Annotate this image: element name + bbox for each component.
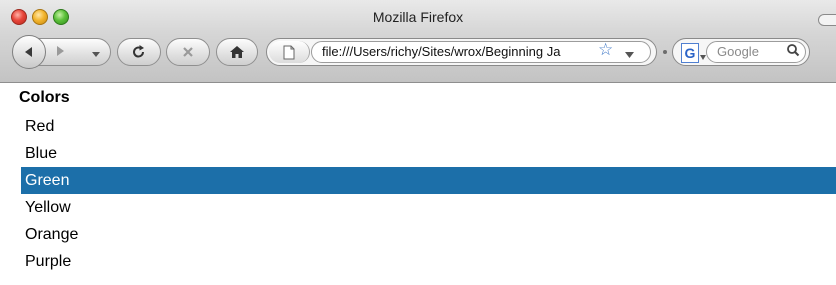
back-button[interactable] bbox=[12, 35, 46, 69]
chevron-down-icon bbox=[700, 55, 706, 60]
colors-listbox[interactable]: Red Blue Green Yellow Orange Purple bbox=[21, 113, 836, 285]
reload-button[interactable] bbox=[117, 38, 161, 66]
url-dropdown-button[interactable] bbox=[625, 46, 634, 64]
browser-window: Mozilla Firefox file:///Users/richy/Site… bbox=[0, 0, 836, 285]
search-button[interactable] bbox=[786, 40, 800, 65]
site-identity-button[interactable] bbox=[269, 41, 310, 63]
magnifier-icon bbox=[787, 44, 800, 57]
search-bar: G Google bbox=[672, 38, 810, 66]
page-content: Colors Red Blue Green Yellow Orange Purple bbox=[0, 83, 836, 285]
page-icon bbox=[283, 45, 295, 59]
page-heading: Colors bbox=[19, 89, 70, 106]
history-dropdown-button[interactable] bbox=[92, 45, 100, 63]
stop-button[interactable] bbox=[166, 38, 210, 66]
back-arrow-icon bbox=[25, 47, 32, 57]
toolbar-separator bbox=[663, 50, 667, 54]
search-engine-button[interactable]: G bbox=[681, 43, 699, 63]
home-icon bbox=[230, 46, 244, 58]
forward-button[interactable] bbox=[54, 44, 68, 63]
history-nav-group bbox=[12, 35, 111, 69]
listbox-option-orange[interactable]: Orange bbox=[21, 221, 836, 248]
window-title: Mozilla Firefox bbox=[372, 9, 464, 25]
listbox-option-green[interactable]: Green bbox=[21, 167, 836, 194]
listbox-option-red[interactable]: Red bbox=[21, 113, 836, 140]
listbox-option-yellow[interactable]: Yellow bbox=[21, 194, 836, 221]
forward-arrow-icon bbox=[57, 46, 64, 56]
home-button[interactable] bbox=[216, 38, 258, 66]
listbox-option-blue[interactable]: Blue bbox=[21, 140, 836, 167]
address-bar: file:///Users/richy/Sites/wrox/Beginning… bbox=[266, 38, 657, 66]
star-icon[interactable]: ☆ bbox=[598, 40, 613, 60]
listbox-option-purple[interactable]: Purple bbox=[21, 248, 836, 275]
browser-chrome: Mozilla Firefox file:///Users/richy/Site… bbox=[0, 0, 836, 83]
stop-icon bbox=[183, 47, 193, 57]
toolbar-toggle-button[interactable] bbox=[818, 14, 836, 26]
chevron-down-icon bbox=[92, 52, 100, 57]
reload-icon bbox=[133, 45, 145, 58]
chevron-down-icon bbox=[625, 52, 634, 58]
